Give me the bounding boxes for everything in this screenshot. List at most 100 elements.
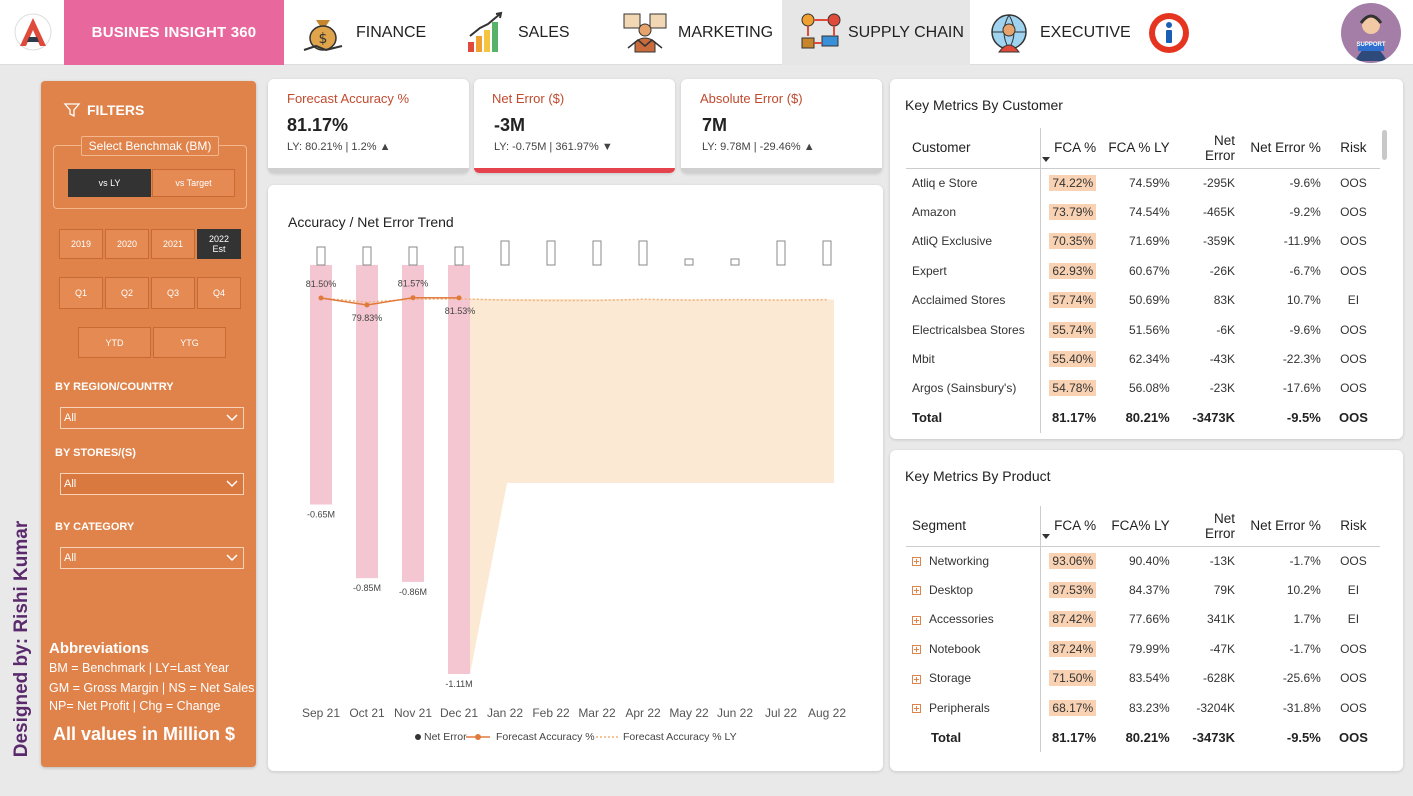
trend-chart[interactable]: -0.65M -0.85M -0.86M -1.11M 81.50% 79.83% 81.5… <box>268 185 883 771</box>
table-row[interactable]: Acclaimed Stores 57.74% 50.69% 83K 10.7% EI <box>906 285 1380 315</box>
forecast-accuracy-point <box>364 302 370 308</box>
expand-plus-icon[interactable] <box>912 703 921 713</box>
year-2022-est-button[interactable]: 2022 Est <box>197 229 241 259</box>
column-header[interactable]: FCA % LY <box>1102 128 1176 169</box>
fca-percent-cell: 55.74% <box>1041 315 1102 344</box>
legend-accuracy-marker <box>475 734 481 740</box>
year-2019-button[interactable]: 2019 <box>59 229 103 259</box>
net-error-percent-value: -6.7% <box>1289 263 1321 278</box>
column-header[interactable]: Customer <box>906 128 1042 169</box>
net-error-percent-cell: -22.3% <box>1241 344 1327 373</box>
kpi-label: Net Error ($) <box>492 91 565 106</box>
nav-sales[interactable]: SALES <box>462 0 570 65</box>
table-row[interactable]: Atliq e Store 74.22% 74.59% -295K -9.6% OOS <box>906 168 1380 198</box>
column-header-sorted[interactable]: FCA % <box>1040 506 1103 547</box>
quarter-q3-button[interactable]: Q3 <box>151 277 195 309</box>
fca-ly-percent-cell: 62.34% <box>1102 344 1176 373</box>
kpi-forecast-accuracy-card[interactable]: Forecast Accuracy % 81.17% LY: 80.21% | … <box>268 79 469 173</box>
info-icon[interactable] <box>1147 11 1191 55</box>
app-logo-icon[interactable] <box>14 12 52 52</box>
table-row[interactable]: Argos (Sainsbury's) 54.78% 56.08% -23K -17.6… <box>906 373 1380 404</box>
nav-supply-chain[interactable]: SUPPLY CHAIN <box>782 0 970 65</box>
benchmark-vs-ly-button[interactable]: vs LY <box>68 169 151 197</box>
ytd-button[interactable]: YTD <box>78 327 151 358</box>
stores-dropdown[interactable]: All <box>60 473 244 495</box>
fca-percent-value: 70.35% <box>1049 233 1097 250</box>
table-total-row[interactable]: Total 81.17% 80.21% -3473K -9.5% OOS <box>906 722 1380 752</box>
table-row[interactable]: Mbit 55.40% 62.34% -43K -22.3% OOS <box>906 344 1380 374</box>
column-header[interactable]: Segment <box>906 506 1042 547</box>
support-button[interactable]: SUPPORT <box>1341 3 1401 63</box>
table-row[interactable]: Notebook 87.24% 79.99% -47K -1.7% OOS <box>906 634 1380 664</box>
benchmark-vs-target-button[interactable]: vs Target <box>152 169 235 197</box>
kpi-absolute-error-card[interactable]: Absolute Error ($) 7M LY: 9.78M | -29.46… <box>681 79 882 173</box>
net-error-value: -43K <box>1209 352 1236 367</box>
kpi-comparison: LY: -0.75M | 361.97% ▼ <box>494 141 613 153</box>
year-2021-button[interactable]: 2021 <box>151 229 195 259</box>
table-row[interactable]: Expert 62.93% 60.67% -26K -6.7% OOS <box>906 256 1380 286</box>
month-marker <box>454 246 464 266</box>
table-row[interactable]: Storage 71.50% 83.54% -628K -25.6% OOS <box>906 663 1380 693</box>
sort-descending-icon[interactable] <box>1042 534 1050 539</box>
expand-plus-icon[interactable] <box>912 645 921 655</box>
risk-value: OOS <box>1340 352 1367 367</box>
year-2020-button[interactable]: 2020 <box>105 229 149 259</box>
net-error-cell: 79K <box>1176 575 1241 604</box>
quarter-q2-button[interactable]: Q2 <box>105 277 149 309</box>
expand-plus-icon[interactable] <box>912 557 921 567</box>
sort-descending-icon[interactable] <box>1042 157 1050 162</box>
fca-percent-cell: 81.17% <box>1041 722 1102 751</box>
fca-percent-value: 87.53% <box>1049 582 1097 599</box>
table-row[interactable]: Desktop 87.53% 84.37% 79K 10.2% EI <box>906 575 1380 605</box>
nav-marketing[interactable]: MARKETING <box>622 0 773 65</box>
x-tick-label: Mar 22 <box>578 706 616 720</box>
table-row[interactable]: Accessories 87.42% 77.66% 341K 1.7% EI <box>906 604 1380 635</box>
table-row[interactable]: Electricalsbea Stores 55.74% 51.56% -6K -9.6… <box>906 314 1380 345</box>
category-dropdown[interactable]: All <box>60 547 244 569</box>
month-marker <box>730 258 740 266</box>
row-label-value: Desktop <box>929 583 974 598</box>
accuracy-data-label: 81.53% <box>445 306 476 316</box>
net-error-percent-cell: -17.6% <box>1241 374 1327 403</box>
fca-percent-value: 54.78% <box>1049 380 1097 397</box>
nav-finance[interactable]: $ FINANCE <box>300 0 426 65</box>
quarter-q1-button[interactable]: Q1 <box>59 277 103 309</box>
expand-plus-icon[interactable] <box>912 615 921 625</box>
region-dropdown[interactable]: All <box>60 407 244 429</box>
brand-title[interactable]: BUSINES INSIGHT 360 <box>64 0 284 65</box>
ytg-button[interactable]: YTG <box>153 327 226 358</box>
column-header[interactable]: Risk <box>1326 128 1380 169</box>
column-header-sorted[interactable]: FCA % <box>1040 128 1103 169</box>
customer-table-scrollbar[interactable] <box>1382 130 1387 160</box>
risk-cell: EI <box>1327 286 1380 315</box>
nav-executive[interactable]: EXECUTIVE <box>986 0 1131 65</box>
net-error-data-label: -1.11M <box>445 679 472 689</box>
x-tick-label: Jul 22 <box>765 706 797 720</box>
net-error-bar <box>448 265 470 674</box>
column-header[interactable]: Net Error % <box>1241 128 1327 169</box>
fca-ly-percent-value: 83.23% <box>1128 700 1170 715</box>
column-header[interactable]: Net Error <box>1175 506 1242 547</box>
table-row[interactable]: AtliQ Exclusive 70.35% 71.69% -359K -11.9% OO… <box>906 226 1380 257</box>
fca-percent-cell: 70.35% <box>1041 227 1102 256</box>
fca-ly-percent-cell: 50.69% <box>1102 286 1176 315</box>
net-error-percent-value: 10.7% <box>1286 293 1321 308</box>
column-header[interactable]: FCA% LY <box>1102 506 1176 547</box>
legend-net-error-label: Net Error <box>424 731 467 743</box>
table-row[interactable]: Peripherals 68.17% 83.23% -3204K -31.8% OOS <box>906 692 1380 723</box>
fca-ly-percent-value: 83.54% <box>1128 671 1170 686</box>
table-row[interactable]: Networking 93.06% 90.40% -13K -1.7% OOS <box>906 546 1380 576</box>
column-header[interactable]: Risk <box>1326 506 1380 547</box>
column-header[interactable]: Net Error % <box>1241 506 1327 547</box>
kpi-value: 7M <box>702 115 728 135</box>
expand-plus-icon[interactable] <box>912 586 921 596</box>
month-marker <box>408 246 418 266</box>
quarter-q4-button[interactable]: Q4 <box>197 277 241 309</box>
kpi-value: 81.17% <box>287 115 349 135</box>
supply-chain-icon <box>801 13 841 48</box>
table-total-row[interactable]: Total 81.17% 80.21% -3473K -9.5% OOS <box>906 403 1380 433</box>
table-row[interactable]: Amazon 73.79% 74.54% -465K -9.2% OOS <box>906 197 1380 227</box>
column-header[interactable]: Net Error <box>1175 128 1242 169</box>
kpi-net-error-card[interactable]: Net Error ($) -3M LY: -0.75M | 361.97% ▼ <box>474 79 675 173</box>
expand-plus-icon[interactable] <box>912 674 921 684</box>
